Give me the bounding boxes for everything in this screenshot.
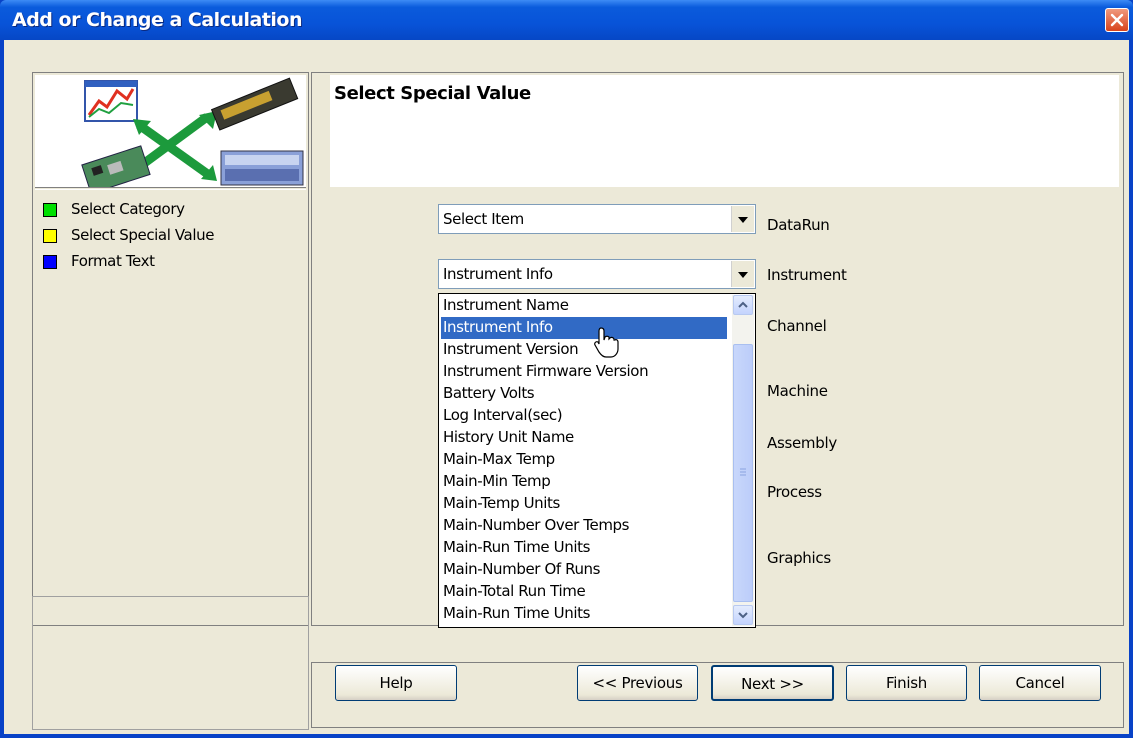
data-transfer-illustration-icon xyxy=(81,77,304,195)
list-item[interactable]: Instrument Name xyxy=(441,295,727,317)
step-color-swatch xyxy=(43,203,57,217)
channel-label: Channel xyxy=(767,317,827,335)
list-item[interactable]: Main-Temp Units xyxy=(441,493,727,515)
list-item[interactable]: Instrument Firmware Version xyxy=(441,361,727,383)
window-title: Add or Change a Calculation xyxy=(12,9,303,31)
step-label: Format Text xyxy=(71,252,155,270)
list-item[interactable]: Main-Number Over Temps xyxy=(441,515,727,537)
close-icon xyxy=(1110,13,1124,27)
list-item[interactable]: Main-Run Time Units xyxy=(441,603,727,625)
dialog-client-area: Select Category Select Special Value For… xyxy=(4,40,1129,734)
datarun-combo[interactable]: Select Item xyxy=(438,204,756,234)
step-label: Select Special Value xyxy=(71,226,215,244)
list-item[interactable]: History Unit Name xyxy=(441,427,727,449)
list-item[interactable]: Main-Min Temp xyxy=(441,471,727,493)
step-label: Select Category xyxy=(71,200,185,218)
datarun-combo-value: Select Item xyxy=(443,210,524,228)
machine-label: Machine xyxy=(767,382,828,400)
assembly-label: Assembly xyxy=(767,434,837,452)
list-item[interactable]: Instrument Version xyxy=(441,339,727,361)
help-button[interactable]: Help xyxy=(335,665,457,701)
close-button[interactable] xyxy=(1105,8,1129,32)
graphics-label: Graphics xyxy=(767,549,831,567)
wizard-steps-panel: Select Category Select Special Value For… xyxy=(32,72,309,626)
step-color-swatch xyxy=(43,255,57,269)
step-color-swatch xyxy=(43,229,57,243)
step-header: Select Special Value xyxy=(330,75,1119,187)
datarun-label: DataRun xyxy=(767,216,830,234)
wizard-logo xyxy=(35,75,306,195)
scroll-up-button[interactable] xyxy=(733,295,753,315)
grip-icon xyxy=(740,468,746,476)
process-label: Process xyxy=(767,483,822,501)
dropdown-scrollbar[interactable] xyxy=(732,295,754,626)
chevron-down-icon[interactable] xyxy=(731,261,754,287)
list-item[interactable]: Battery Volts xyxy=(441,383,727,405)
finish-button[interactable]: Finish xyxy=(846,665,967,701)
list-item-selected[interactable]: Instrument Info xyxy=(441,317,727,339)
instrument-combo-value: Instrument Info xyxy=(443,265,553,283)
list-item[interactable]: Main-Max Temp xyxy=(441,449,727,471)
dialog-window: Add or Change a Calculation Select Categ… xyxy=(0,0,1133,738)
chevron-up-icon xyxy=(738,301,748,308)
step-title: Select Special Value xyxy=(334,83,531,104)
chevron-down-icon xyxy=(738,612,748,619)
scroll-down-button[interactable] xyxy=(733,605,753,625)
list-item[interactable]: Main-Run Time Units xyxy=(441,537,727,559)
left-info-panel xyxy=(32,596,309,730)
list-item[interactable]: Main-Total Run Time xyxy=(441,581,727,603)
list-item[interactable]: Log Interval(sec) xyxy=(441,405,727,427)
scroll-thumb[interactable] xyxy=(733,344,753,602)
next-button[interactable]: Next >> xyxy=(711,665,834,701)
cancel-button[interactable]: Cancel xyxy=(979,665,1101,701)
title-bar[interactable]: Add or Change a Calculation xyxy=(0,0,1133,40)
steps-list: Select Category Select Special Value For… xyxy=(35,189,306,622)
previous-button[interactable]: << Previous xyxy=(577,665,698,701)
list-item[interactable]: Main-Number Of Runs xyxy=(441,559,727,581)
mouse-pointer-icon xyxy=(594,327,619,358)
chevron-down-icon[interactable] xyxy=(731,206,754,232)
instrument-combo[interactable]: Instrument Info xyxy=(438,259,756,289)
instrument-label: Instrument xyxy=(767,266,847,284)
